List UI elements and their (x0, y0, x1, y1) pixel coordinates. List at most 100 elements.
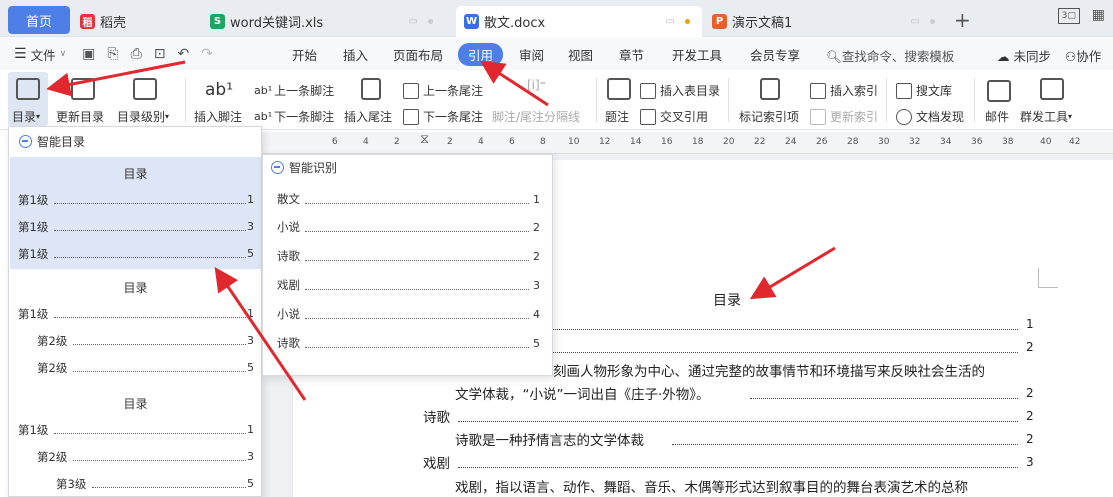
tab-docer[interactable]: 稻 稻壳 (80, 6, 205, 37)
toc-level-button[interactable]: 目录级别 ▾ (117, 108, 169, 125)
sr-item-page: 3 (533, 279, 540, 292)
insert-index-button[interactable]: 插入索引 (810, 82, 878, 99)
mass-tool-button[interactable]: 群发工具 ▾ (1020, 108, 1072, 125)
leader-dots (305, 347, 529, 348)
toc-level-icon (133, 78, 157, 100)
ruler-mark: 32 (909, 137, 921, 147)
redo-icon[interactable]: ↷ (201, 46, 213, 62)
toc-entry-poetry-desc[interactable]: 诗歌是一种抒情言志的文学体裁 (455, 429, 644, 449)
grid-icon[interactable]: ▦ (1092, 8, 1105, 24)
prev-footnote-icon: ab¹ (254, 84, 273, 97)
layout-icon[interactable]: 3▢ (1057, 8, 1080, 24)
toc-style-3[interactable]: 目录 第1级 1 第2级 3 第3级 5 (10, 390, 261, 496)
separator (728, 78, 729, 122)
next-endnote-button[interactable]: 下一条尾注 (403, 108, 483, 125)
smart-toc-option[interactable]: 智能目录 (19, 133, 85, 150)
tab-section[interactable]: 章节 (619, 45, 644, 64)
tab-insert[interactable]: 插入 (343, 45, 368, 64)
export-icon[interactable]: ⎘ (107, 46, 118, 62)
tab-start[interactable]: 开始 (292, 45, 317, 64)
unsaved-dot (685, 19, 690, 24)
collab-button[interactable]: ⚇协作 (1065, 46, 1101, 65)
insert-table-toc-button[interactable]: 插入表目录 (640, 82, 720, 99)
toc-leader (458, 421, 1018, 422)
new-tab-icon[interactable]: + (954, 8, 971, 32)
prev-endnote-button[interactable]: 上一条尾注 (403, 82, 483, 99)
tab-home[interactable]: 首页 (8, 6, 70, 34)
tab-ppt[interactable]: P 演示文稿1 ▭ (712, 6, 947, 37)
toc-level-label: 第1级 (18, 220, 49, 234)
update-toc-button[interactable]: 更新目录 (56, 108, 104, 125)
footnote-icon: ab¹ (205, 80, 234, 100)
sync-status[interactable]: ☁ 未同步 (997, 46, 1051, 65)
cloud-icon: ☁ (997, 49, 1010, 64)
mark-index-button[interactable]: 标记索引项 (739, 108, 799, 125)
sr-item-page: 4 (533, 308, 540, 321)
horizontal-ruler[interactable]: 6 4 2 ⧖ 2 4 6 8 10 12 14 16 18 20 22 24 … (262, 132, 1113, 154)
leader-dots (73, 460, 246, 461)
caption-button[interactable]: 题注 (605, 108, 629, 125)
chevron-down-icon: ▾ (36, 112, 41, 121)
update-index-button[interactable]: 更新索引 (810, 108, 878, 125)
doc-discover-button[interactable]: 文档发现 (896, 108, 964, 125)
insert-endnote-button[interactable]: 插入尾注 (344, 108, 392, 125)
toc-style-1[interactable]: 目录 第1级 1 第1级 3 第1级 5 (10, 157, 261, 269)
preview-icon[interactable]: ⊡ (154, 46, 166, 62)
save-icon[interactable]: ▣ (82, 46, 95, 62)
sr-item-label[interactable]: 诗歌 (277, 335, 300, 351)
pin-icon[interactable]: ▭ (409, 16, 418, 27)
toc-style-2[interactable]: 目录 第1级 1 第2级 3 第2级 5 (10, 274, 261, 382)
tab-review[interactable]: 审阅 (519, 45, 544, 64)
ruler-mark: 34 (940, 137, 952, 147)
file-menu[interactable]: ☰ 文件 ∨ (14, 45, 66, 64)
update-index-icon (810, 108, 826, 125)
print-icon[interactable]: ⎙ (131, 46, 142, 62)
mail-button[interactable]: 邮件 (985, 108, 1009, 125)
prev-footnote-button[interactable]: ab¹ 上一条脚注 (254, 82, 334, 99)
undo-icon[interactable]: ↶ (178, 46, 190, 62)
tab-member[interactable]: 会员专享 (750, 45, 800, 64)
pin-icon[interactable]: ▭ (911, 16, 920, 27)
toc-level-label: 第1级 (18, 247, 49, 261)
toc-entry-drama[interactable]: 戏剧 (423, 452, 450, 472)
insert-footnote-button[interactable]: 插入脚注 (194, 108, 242, 125)
smart-recognize-panel: 智能识别 散文 1 小说 2 诗歌 2 戏剧 3 小说 4 诗歌 5 (262, 154, 553, 376)
tab-page-layout[interactable]: 页面布局 (393, 45, 443, 64)
tab-xls[interactable]: S word关键词.xls ▭ (210, 6, 445, 37)
smart-recognize-header[interactable]: 智能识别 (271, 159, 337, 176)
toc-level-label: 第1级 (18, 307, 49, 321)
search-icon: 🔍︎ (826, 49, 842, 64)
toc-button[interactable]: 目录 ▾ (12, 108, 40, 125)
toc-entry-poetry[interactable]: 诗歌 (423, 406, 450, 426)
sr-item-label[interactable]: 小说 (277, 219, 300, 235)
toc-dropdown: 智能目录 目录 第1级 1 第1级 3 第1级 5 目录 第1级 1 第2级 3… (8, 126, 262, 497)
toc-entry-novel-desc-2[interactable]: 文学体裁，“小说”一词出自《庄子·外物》。 (455, 383, 710, 403)
ruler-mark: 8 (540, 137, 546, 147)
tab-status-dot (930, 19, 935, 24)
leader-dots (54, 433, 246, 434)
next-footnote-button[interactable]: ab¹ 下一条脚注 (254, 108, 334, 125)
sr-item-label[interactable]: 散文 (277, 191, 300, 207)
command-search[interactable]: 🔍︎查找命令、搜索模板 (826, 46, 954, 65)
separator-line-button[interactable]: 脚注/尾注分隔线 (492, 108, 580, 125)
indent-marker-icon[interactable]: ⧖ (420, 132, 429, 147)
sr-item-label[interactable]: 戏剧 (277, 277, 300, 293)
update-toc-icon (71, 78, 95, 100)
toc-entry-drama-desc[interactable]: 戏剧，指以语言、动作、舞蹈、音乐、木偶等形式达到叙事目的的舞台表演艺术的总称 (455, 476, 1035, 496)
sr-item-label[interactable]: 小说 (277, 306, 300, 322)
tab-developer[interactable]: 开发工具 (672, 45, 722, 64)
tab-references[interactable]: 引用 (458, 43, 504, 66)
toc-leader (553, 329, 1018, 330)
tab-ppt-label: 演示文稿1 (732, 16, 793, 31)
ruler-mark: 26 (816, 137, 828, 147)
cross-ref-button[interactable]: 交叉引用 (640, 108, 708, 125)
prev-endnote-icon (403, 82, 419, 99)
search-lib-button[interactable]: 搜文库 (896, 82, 952, 99)
pin-icon[interactable]: ▭ (666, 16, 675, 27)
ruler-mark: 10 (568, 137, 580, 147)
leader-dots (54, 230, 246, 231)
tab-view[interactable]: 视图 (568, 45, 593, 64)
tab-docx-active[interactable]: W 散文.docx ▭ (456, 6, 702, 37)
sr-item-label[interactable]: 诗歌 (277, 248, 300, 264)
toc-entry-novel-desc[interactable]: 刻画人物形象为中心、通过完整的故事情节和环境描写来反映社会生活的 (553, 360, 1035, 380)
